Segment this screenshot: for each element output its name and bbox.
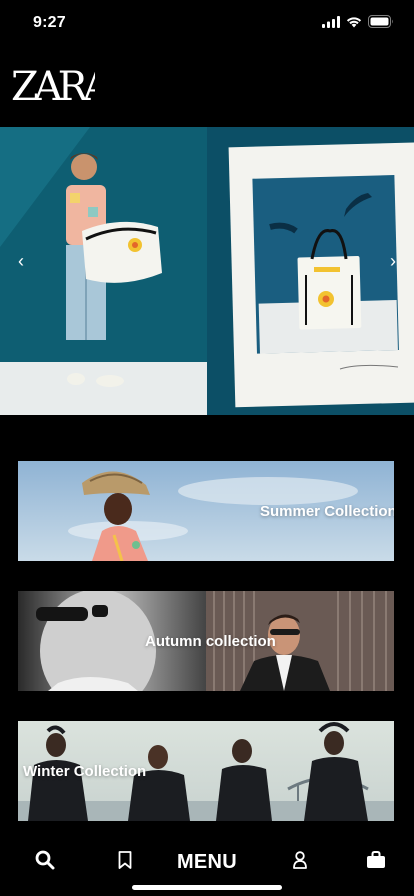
autumn-collection-label: Autumn collection [145,633,276,650]
hero-next-arrow[interactable]: › [381,249,405,273]
hero-banner[interactable]: ‹ › [0,127,414,415]
nav-bag[interactable] [365,850,387,874]
bookmark-icon [118,850,132,874]
status-time: 9:27 [33,14,66,31]
user-icon [293,850,307,874]
svg-text:ZARA: ZARA [11,64,95,104]
nav-account[interactable] [290,850,310,874]
hero-prev-arrow[interactable]: ‹ [9,249,33,273]
status-icons [322,15,394,33]
nav-saved[interactable] [115,850,135,874]
zara-logo[interactable]: ZARA [11,64,118,110]
search-icon [35,850,55,875]
shopping-bag-icon [366,850,386,874]
wifi-icon [346,15,362,33]
home-indicator[interactable] [132,885,282,890]
winter-collection-label: Winter Collection [23,763,147,780]
hero-image [0,127,414,415]
signal-icon [322,15,340,33]
battery-icon [368,15,394,33]
collection-winter[interactable]: Winter Collection [18,721,394,821]
nav-search[interactable] [34,850,56,874]
status-bar: 9:27 [0,0,414,46]
collection-autumn[interactable]: Autumn collection [18,591,394,691]
summer-collection-label: Summer Collection [260,503,394,520]
nav-menu-button[interactable]: MENU [175,850,239,874]
collection-summer[interactable]: Summer Collection [18,461,394,561]
